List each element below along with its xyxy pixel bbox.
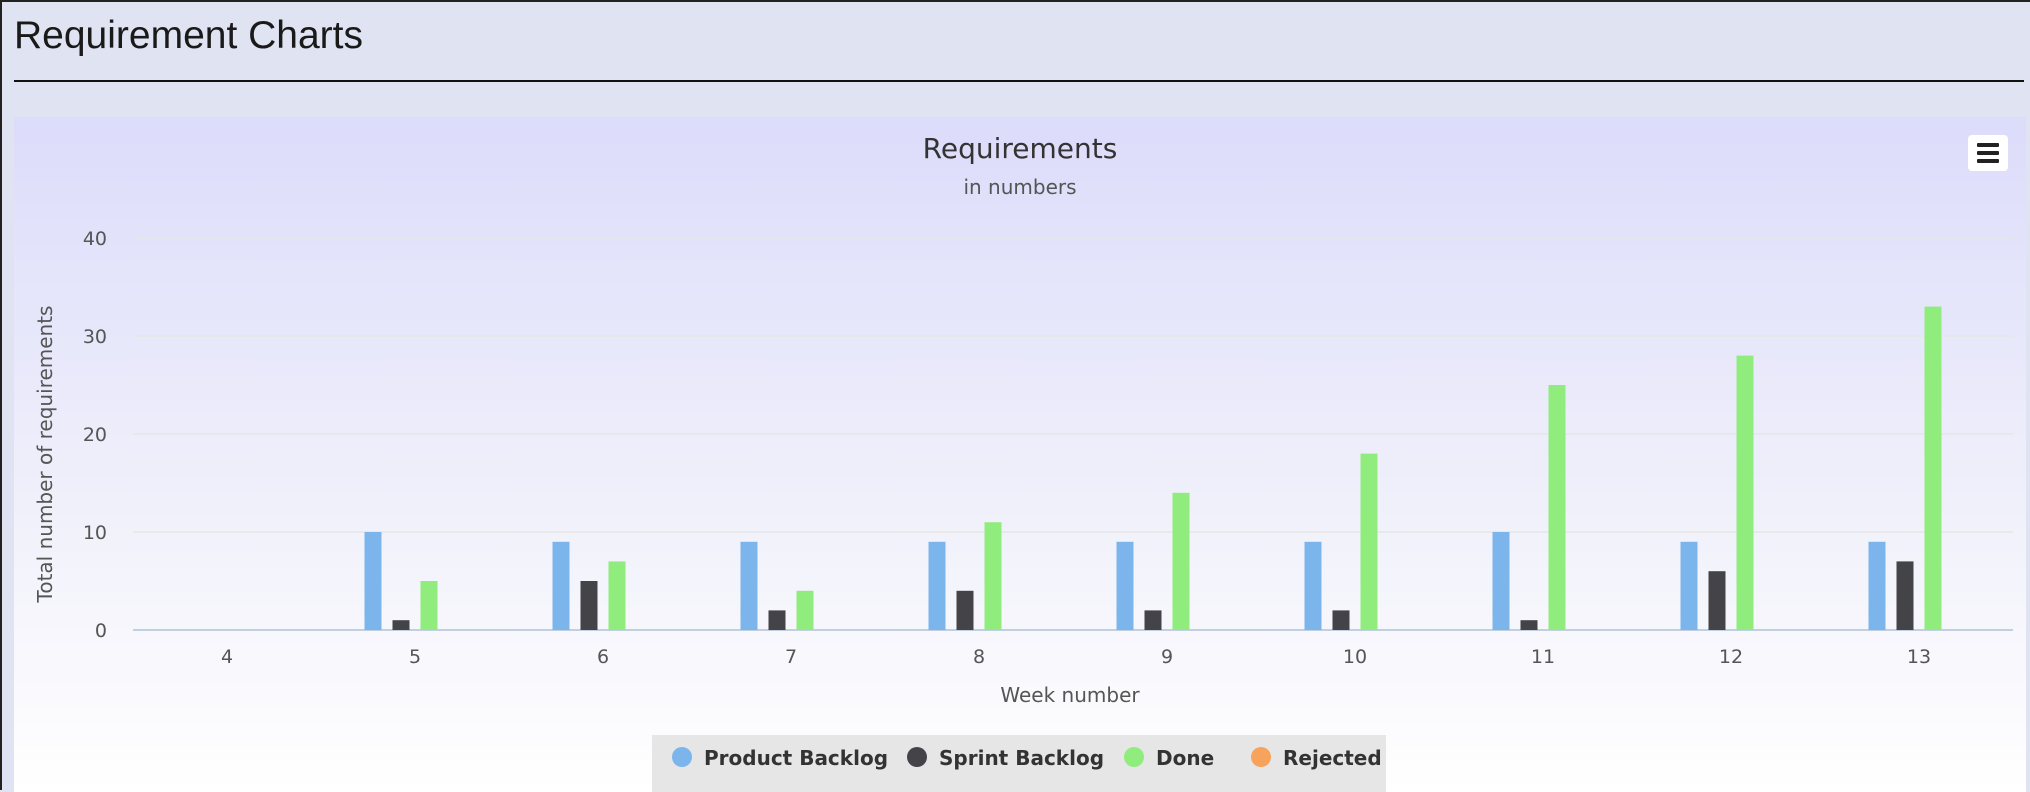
gridlines bbox=[133, 237, 2013, 631]
y-tick-label: 40 bbox=[83, 228, 107, 250]
bar-product-backlog[interactable] bbox=[1304, 541, 1322, 630]
bar-sprint-backlog[interactable] bbox=[1144, 610, 1162, 630]
bar-done[interactable] bbox=[608, 561, 626, 630]
legend-item-label[interactable]: Rejected bbox=[1283, 746, 1382, 770]
requirements-chart-panel: Requirements in numbers Total number of … bbox=[14, 117, 2026, 792]
bar-done[interactable] bbox=[1360, 453, 1378, 630]
y-tick-label: 0 bbox=[95, 620, 107, 642]
legend-item-label[interactable]: Product Backlog bbox=[704, 746, 888, 770]
bar-sprint-backlog[interactable] bbox=[768, 610, 786, 630]
bar-done[interactable] bbox=[1548, 385, 1566, 630]
y-tick-label: 20 bbox=[83, 424, 107, 446]
chart-title: Requirements bbox=[923, 132, 1118, 165]
bar-series bbox=[364, 306, 1942, 630]
title-divider bbox=[14, 80, 2024, 82]
chart-subtitle: in numbers bbox=[963, 175, 1076, 199]
bar-done[interactable] bbox=[1736, 355, 1754, 630]
bar-sprint-backlog[interactable] bbox=[392, 620, 410, 630]
page-title: Requirement Charts bbox=[14, 14, 363, 57]
legend-marker bbox=[907, 747, 927, 767]
bar-product-backlog[interactable] bbox=[740, 541, 758, 630]
x-tick-label: 4 bbox=[221, 646, 233, 668]
requirements-chart: Requirements in numbers Total number of … bbox=[33, 132, 2013, 792]
bar-product-backlog[interactable] bbox=[1492, 532, 1510, 630]
legend-item-label[interactable]: Sprint Backlog bbox=[939, 746, 1104, 770]
bar-sprint-backlog[interactable] bbox=[956, 590, 974, 630]
x-tick-label: 8 bbox=[973, 646, 985, 668]
bar-sprint-backlog[interactable] bbox=[1332, 610, 1350, 630]
y-tick-label: 10 bbox=[83, 522, 107, 544]
x-tick-label: 13 bbox=[1907, 646, 1931, 668]
bar-done[interactable] bbox=[1172, 492, 1190, 630]
bar-sprint-backlog[interactable] bbox=[1708, 571, 1726, 630]
x-tick-label: 11 bbox=[1531, 646, 1555, 668]
x-tick-label: 12 bbox=[1719, 646, 1743, 668]
bar-done[interactable] bbox=[796, 590, 814, 630]
y-axis-ticks: 0 10 20 30 40 bbox=[83, 228, 107, 642]
bar-sprint-backlog[interactable] bbox=[1896, 561, 1914, 630]
legend-item-label[interactable]: Done bbox=[1156, 746, 1214, 770]
bar-done[interactable] bbox=[984, 522, 1002, 630]
x-axis-title: Week number bbox=[1000, 683, 1140, 707]
bar-product-backlog[interactable] bbox=[928, 541, 946, 630]
legend-marker bbox=[1251, 747, 1271, 767]
bar-product-backlog[interactable] bbox=[1116, 541, 1134, 630]
bar-product-backlog[interactable] bbox=[1868, 541, 1886, 630]
x-tick-label: 7 bbox=[785, 646, 797, 668]
legend: Product Backlog Sprint Backlog Done Rejecte… bbox=[652, 735, 1386, 792]
legend-marker bbox=[1124, 747, 1144, 767]
bar-product-backlog[interactable] bbox=[364, 532, 382, 630]
x-tick-label: 6 bbox=[597, 646, 609, 668]
y-tick-label: 30 bbox=[83, 326, 107, 348]
x-tick-label: 10 bbox=[1343, 646, 1367, 668]
bar-sprint-backlog[interactable] bbox=[1520, 620, 1538, 630]
y-axis-title: Total number of requirements bbox=[33, 306, 57, 604]
bar-done[interactable] bbox=[420, 581, 438, 630]
bar-product-backlog[interactable] bbox=[1680, 541, 1698, 630]
bar-sprint-backlog[interactable] bbox=[580, 581, 598, 630]
bar-product-backlog[interactable] bbox=[552, 541, 570, 630]
x-tick-label: 5 bbox=[409, 646, 421, 668]
legend-marker bbox=[672, 747, 692, 767]
x-axis-ticks: 4 5 6 7 8 9 10 11 12 13 bbox=[221, 646, 1931, 668]
bar-done[interactable] bbox=[1924, 306, 1942, 630]
x-tick-label: 9 bbox=[1161, 646, 1173, 668]
